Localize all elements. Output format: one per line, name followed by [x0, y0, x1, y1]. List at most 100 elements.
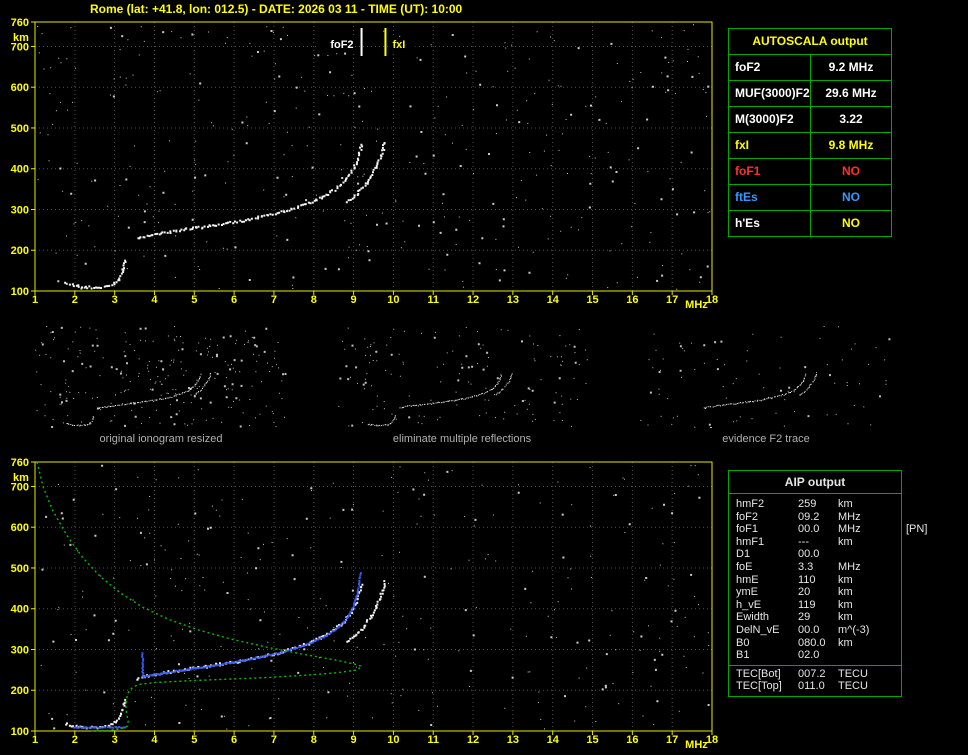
svg-text:9: 9: [351, 734, 357, 746]
svg-text:400: 400: [11, 604, 29, 616]
svg-text:760: 760: [11, 17, 29, 29]
autoscala-row-muf-3000-f2: MUF(3000)F2 29.6 MHz: [729, 81, 891, 107]
param-unit: MHz: [838, 510, 861, 523]
param-label: DelN_vE: [736, 623, 780, 636]
aip-row-d1: D1 00.0: [729, 548, 901, 561]
aip-row-foe: foE 3.3 MHz: [729, 561, 901, 574]
param-label: foF1: [736, 523, 759, 536]
param-value: 20: [798, 586, 811, 599]
autoscala-fitted-trace: [141, 572, 362, 678]
param-value: 00.0: [798, 623, 820, 636]
param-value: 9.2 MHz: [828, 60, 874, 74]
param-label: D1: [736, 548, 751, 561]
axis-labels: 100200300400500600700760km1 2 3 4 5 6 7 8 9 10 11 1…: [11, 17, 718, 311]
param-unit: km: [838, 611, 853, 624]
svg-text:760: 760: [11, 457, 29, 469]
param-label: B1: [736, 649, 750, 662]
param-value: 119: [798, 598, 816, 611]
svg-text:8: 8: [311, 734, 317, 746]
autoscala-row-h-es: h'Es NO: [729, 211, 891, 236]
param-label: hmE: [736, 573, 759, 586]
svg-text:6: 6: [231, 294, 237, 306]
svg-text:16: 16: [626, 734, 638, 746]
param-value: 110: [798, 573, 816, 586]
param-label: TEC[Top]: [736, 680, 782, 693]
aip-row-hmf1: hmF1 --- km: [729, 536, 901, 549]
param-label: M(3000)F2: [729, 107, 811, 132]
svg-text:15: 15: [586, 294, 598, 306]
svg-text:300: 300: [11, 644, 29, 656]
aip-row-tec-top-: TEC[Top] 011.0 TECU: [729, 680, 901, 693]
thumbnail-eliminate-reflections: [336, 326, 588, 428]
thumbnail-evidence-f2-trace: [640, 326, 892, 428]
aip-row-deln-ve: DelN_vE 00.0 m^(-3): [729, 624, 901, 637]
svg-text:17: 17: [666, 734, 678, 746]
svg-text:14: 14: [547, 294, 560, 306]
svg-text:1: 1: [32, 294, 38, 306]
plot-border: [34, 461, 713, 732]
mini-f-trace-x: [799, 374, 818, 396]
f-trace-o: [137, 143, 364, 240]
param-value: 00.0: [798, 523, 820, 536]
param-value: 007.2: [798, 667, 826, 680]
frequency-markers: foF2 fxI: [317, 28, 416, 56]
svg-text:600: 600: [11, 82, 29, 94]
svg-text:foF2: foF2: [330, 39, 353, 51]
param-unit: km: [838, 586, 853, 599]
autoscala-table-rows: foF2 9.2 MHz MUF(3000)F2 29.6 MHz M(3000)F2 3…: [729, 55, 891, 236]
aip-row-fof1: foF1 00.0 MHz [PN]: [729, 523, 927, 536]
svg-text:2: 2: [72, 734, 78, 746]
noise-dots: [37, 24, 711, 290]
autoscala-row-fof2: foF2 9.2 MHz: [729, 55, 891, 81]
svg-text:11: 11: [427, 734, 439, 746]
svg-text:13: 13: [507, 734, 519, 746]
top-ionogram-chart: 100200300400500600700760km1 2 3 4 5 6 7 8 9 10 11 1…: [11, 17, 718, 311]
autoscala-table-title: AUTOSCALA output: [729, 29, 891, 55]
mini-e-trace: [367, 415, 396, 427]
param-value: 02.0: [798, 649, 820, 662]
param-label: B0: [736, 636, 750, 649]
svg-text:12: 12: [467, 734, 479, 746]
svg-text:10: 10: [387, 294, 399, 306]
param-label: h'Es: [729, 211, 811, 236]
aip-table-title: AIP output: [729, 471, 901, 494]
e-trace: [64, 259, 127, 290]
param-unit: TECU: [838, 680, 868, 693]
svg-text:15: 15: [586, 734, 598, 746]
thumbnail-caption-evidence: evidence F2 trace: [722, 433, 810, 445]
mini-f-trace-x: [194, 373, 211, 396]
svg-text:6: 6: [231, 734, 237, 746]
param-value: 3.22: [839, 112, 863, 126]
aip-row-b1: B1 02.0: [729, 649, 901, 662]
svg-text:300: 300: [11, 204, 29, 216]
mini-f-trace-o: [703, 373, 807, 409]
svg-text:8: 8: [311, 294, 317, 306]
aip-output-table: AIP output hmF2 259 km foF2 09.2 MHz foF1 00.0 M…: [728, 470, 927, 697]
noise-dots: [338, 326, 588, 427]
aip-row-h-ve: h_vE 119 km: [729, 599, 901, 612]
bottom-profile-chart: 100200300400500600700760km1 2 3 4 5 6 7 8 9 10 11 1…: [11, 457, 718, 751]
svg-text:7: 7: [271, 294, 277, 306]
autoscala-row-m-3000-f2: M(3000)F2 3.22: [729, 107, 891, 133]
param-unit: MHz: [838, 523, 861, 536]
autoscala-row-fof1: foF1 NO: [729, 159, 891, 185]
aip-tec-rows: TEC[Bot] 007.2 TECU TEC[Top] 011.0 TECU: [729, 664, 901, 696]
param-unit: MHz: [838, 560, 861, 573]
svg-text:17: 17: [666, 294, 678, 306]
svg-text:km: km: [13, 32, 29, 44]
param-value: 011.0: [798, 680, 825, 693]
aip-row-fof2: foF2 09.2 MHz: [729, 511, 901, 524]
param-label: foF2: [736, 510, 759, 523]
param-value: NO: [842, 164, 860, 178]
svg-text:3: 3: [112, 294, 118, 306]
aip-table-rows: hmF2 259 km foF2 09.2 MHz foF1 00.0 MHz [PN] hmF1 -…: [729, 494, 927, 665]
param-label: fxI: [729, 133, 811, 158]
svg-text:5: 5: [191, 734, 197, 746]
param-label: foE: [736, 560, 753, 573]
svg-text:14: 14: [547, 734, 560, 746]
svg-text:500: 500: [11, 563, 29, 575]
svg-text:100: 100: [11, 286, 29, 298]
param-unit: [838, 649, 901, 662]
svg-text:600: 600: [11, 522, 29, 534]
param-label: h_vE: [736, 598, 762, 611]
